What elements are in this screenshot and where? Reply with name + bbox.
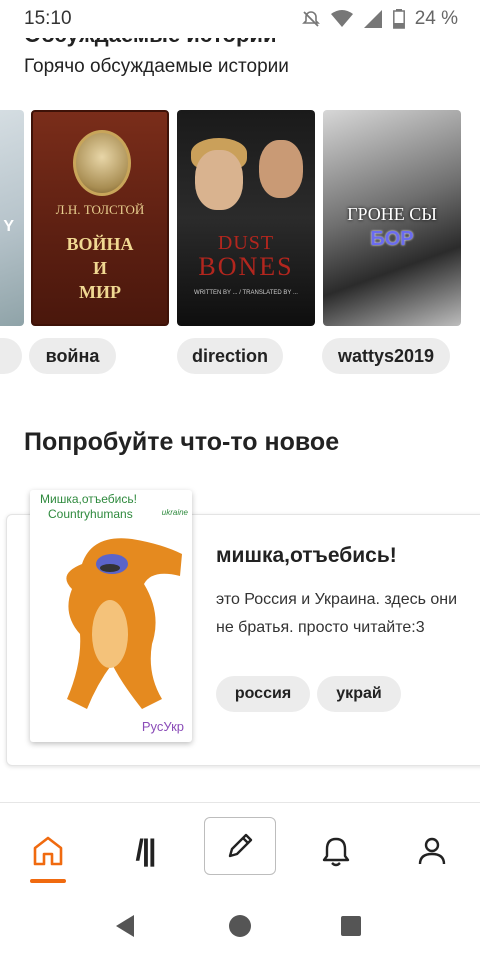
cover-illustration xyxy=(259,140,303,198)
author-portrait xyxy=(73,130,131,196)
cover-title: ВОЙНА И МИР xyxy=(66,234,134,302)
system-back-button[interactable] xyxy=(110,911,140,941)
cover-title: ГРОНЕ СЫ xyxy=(347,204,437,224)
cover-title: БОР xyxy=(370,228,414,250)
nav-write[interactable] xyxy=(204,817,276,875)
trending-carousel[interactable]: Y Л.Н. ТОЛСТОЙ ВОЙНА И МИР DUST BONES WR… xyxy=(0,110,480,380)
book-cover[interactable]: Л.Н. ТОЛСТОЙ ВОЙНА И МИР xyxy=(31,110,169,326)
cover-title: BONES xyxy=(198,252,294,281)
library-icon: /|| xyxy=(135,834,156,867)
system-nav xyxy=(0,891,480,960)
story-tag[interactable]: россия xyxy=(216,676,310,712)
nav-notifications[interactable] xyxy=(306,821,366,881)
system-recents-button[interactable] xyxy=(336,911,366,941)
book-cover[interactable]: Y xyxy=(0,110,24,326)
bell-icon xyxy=(322,837,350,867)
nav-home[interactable] xyxy=(18,821,78,881)
cover-text: Мишка,отъебись! xyxy=(40,492,137,506)
bottom-nav: /|| xyxy=(0,803,480,891)
home-circle-icon xyxy=(229,915,251,937)
system-home-button[interactable] xyxy=(225,911,255,941)
wifi-icon xyxy=(330,10,353,28)
status-bar: 15:10 24 % xyxy=(0,0,480,38)
status-time: 15:10 xyxy=(24,8,72,29)
cover-text: Countryhumans xyxy=(48,507,133,521)
profile-icon xyxy=(418,837,446,865)
tag-pill[interactable]: direction xyxy=(177,338,283,374)
cover-text: РусУкр xyxy=(141,719,184,734)
nav-active-indicator xyxy=(30,879,66,883)
bear-illustration xyxy=(66,538,182,709)
tag-pill[interactable]: война xyxy=(29,338,116,374)
cover-text: ukraine xyxy=(161,508,188,517)
book-cover[interactable]: DUST BONES WRITTEN BY ... / TRANSLATED B… xyxy=(177,110,315,326)
mute-icon xyxy=(301,9,321,29)
story-tag[interactable]: украй xyxy=(317,676,401,712)
story-title[interactable]: мишка,отъебись! xyxy=(216,544,397,568)
tag-pill[interactable]: wattys2019 xyxy=(322,338,450,374)
section-subtitle-trending: Горячо обсуждаемые истории xyxy=(24,56,289,77)
signal-icon xyxy=(363,9,383,29)
section-heading-new: Попробуйте что-то новое xyxy=(24,428,340,456)
story-description: это Россия и Украина. здесь они не брать… xyxy=(216,591,458,636)
write-icon xyxy=(228,833,253,858)
tag-pill[interactable] xyxy=(0,338,22,374)
cover-author: Л.Н. ТОЛСТОЙ xyxy=(55,202,145,217)
story-cover[interactable]: Мишка,отъебись! Countryhumans ukraine Ру… xyxy=(30,490,192,742)
recents-icon xyxy=(341,916,361,936)
cover-credits: WRITTEN BY ... / TRANSLATED BY ... xyxy=(194,290,298,296)
battery-icon xyxy=(392,9,405,29)
cover-illustration xyxy=(195,150,243,210)
back-icon xyxy=(116,915,134,937)
home-icon xyxy=(33,836,63,866)
battery-percent: 24 % xyxy=(414,8,458,29)
nav-profile[interactable] xyxy=(402,821,462,881)
status-icons: 24 % xyxy=(301,8,458,30)
book-cover[interactable]: ГРОНЕ СЫ БОР xyxy=(323,110,461,326)
nav-library[interactable]: /|| xyxy=(115,821,175,881)
